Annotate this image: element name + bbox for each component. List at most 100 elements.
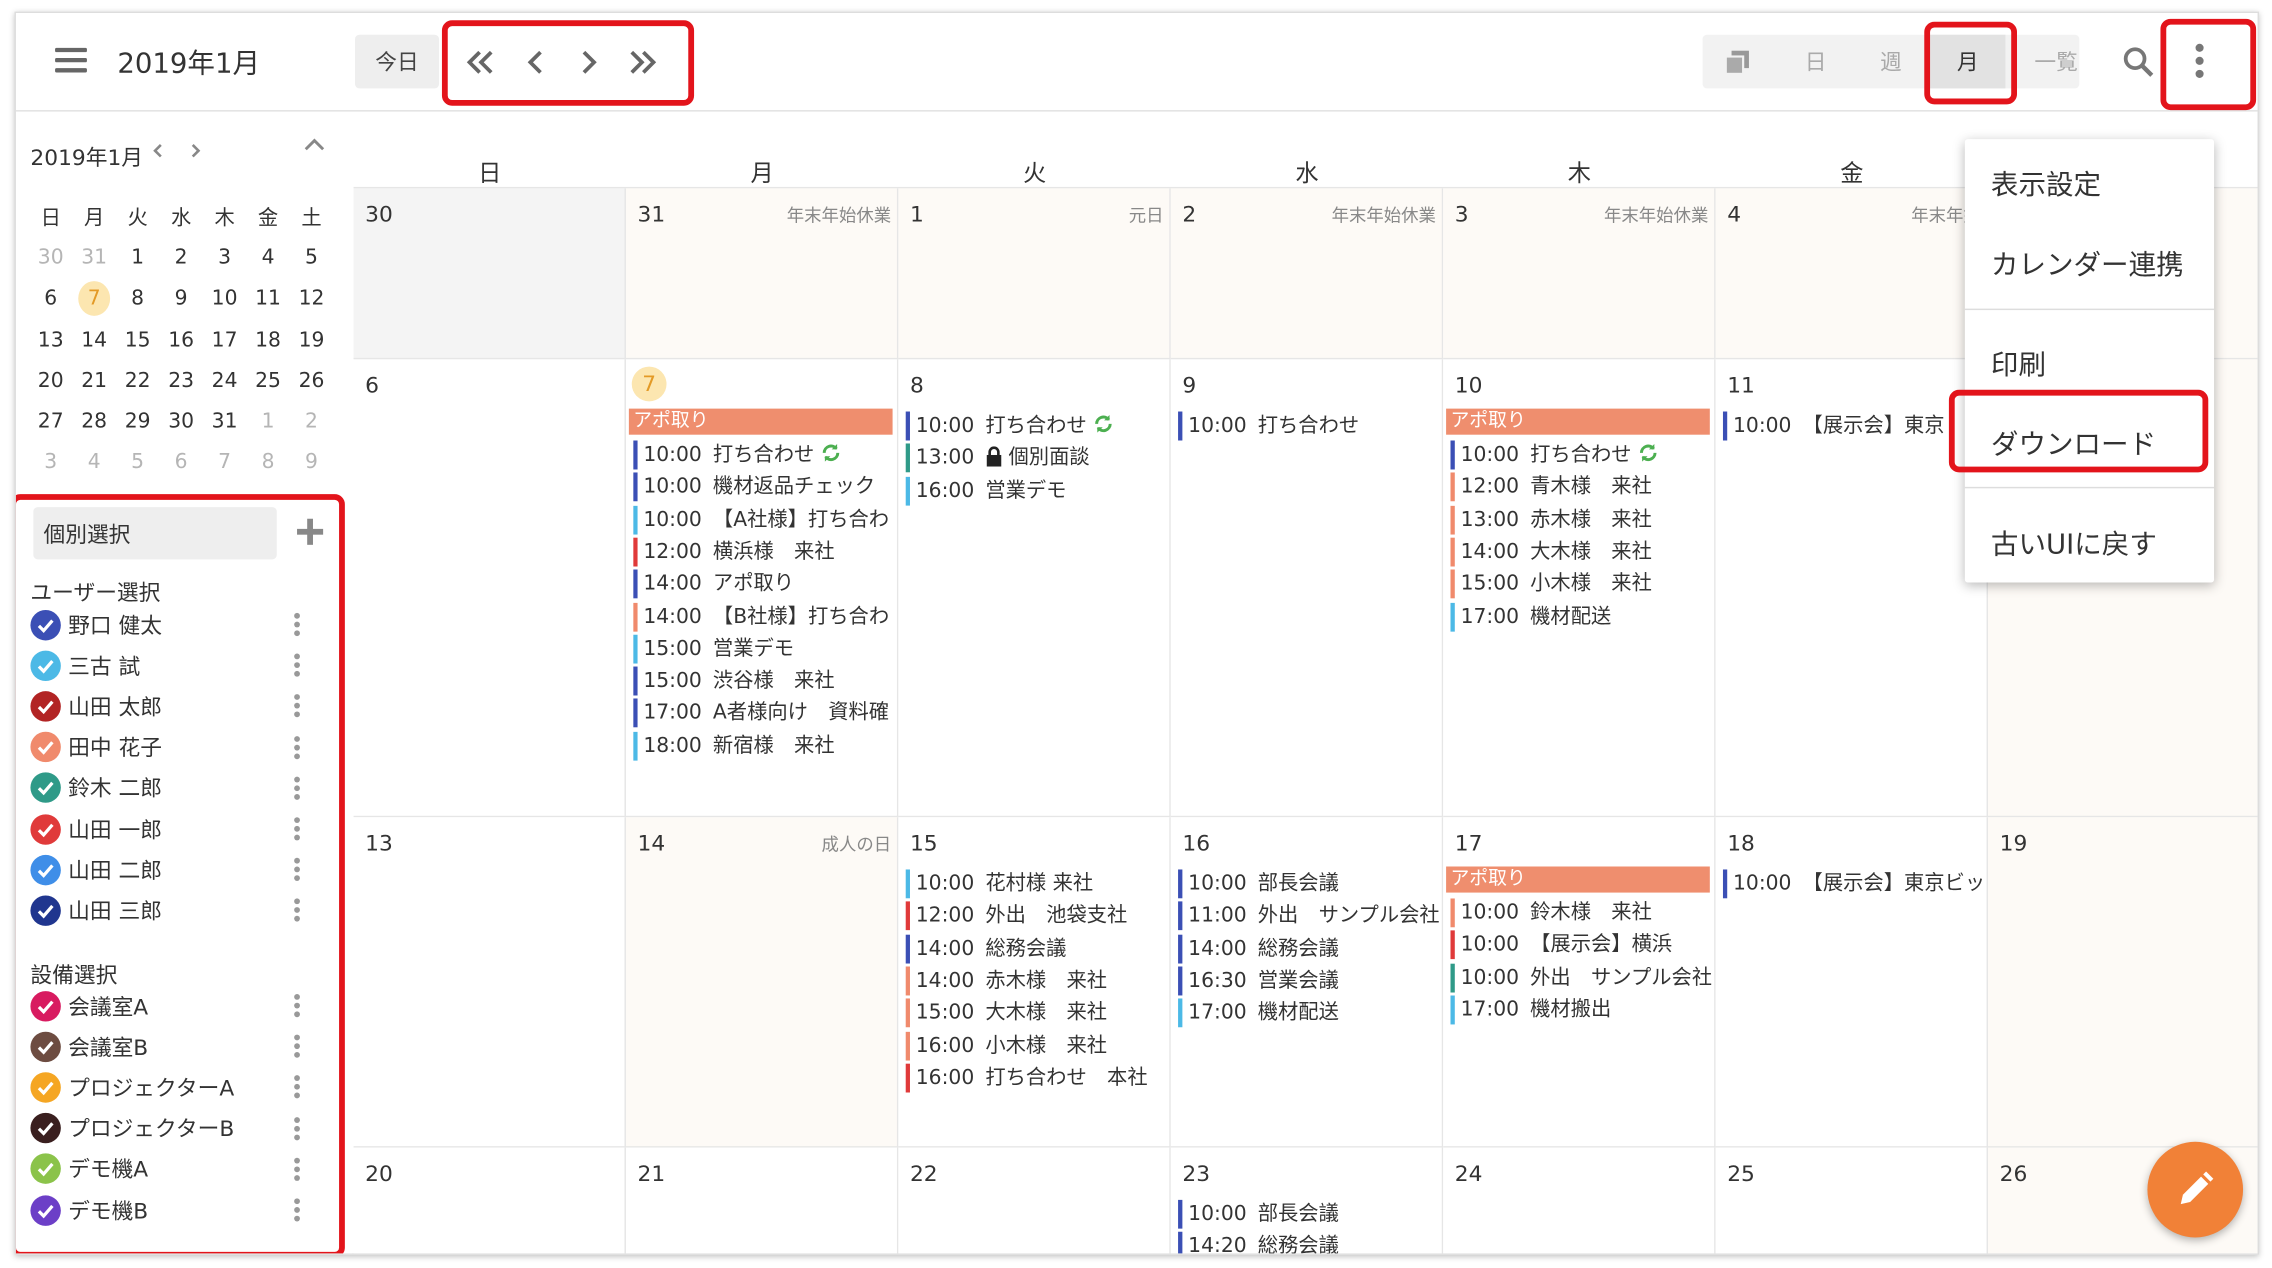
layers-icon[interactable] xyxy=(1723,48,1752,77)
more-vertical-icon[interactable] xyxy=(294,612,300,637)
mini-day[interactable]: 1 xyxy=(246,410,289,433)
day-cell[interactable]: 1 元日 xyxy=(898,188,1171,360)
day-cell[interactable]: 7 アポ取り 10:00 打ち合わせ 10:00 機材返品チェック 10:00 【A社様】打ち… xyxy=(625,359,899,818)
event-item[interactable]: 14:00 赤木様 来社 xyxy=(905,966,1167,996)
event-item[interactable]: 10:00 打ち合わせ xyxy=(633,440,894,470)
day-cell[interactable]: 3 年末年始休業 xyxy=(1443,188,1716,360)
checkbox-icon[interactable] xyxy=(30,813,61,845)
event-item[interactable]: 13:00 個別面談 xyxy=(905,443,1167,473)
mini-day[interactable]: 3 xyxy=(203,247,246,270)
more-vertical-icon[interactable] xyxy=(294,994,300,1018)
day-cell[interactable]: 31 年末年始休業 xyxy=(625,188,899,360)
mini-day[interactable]: 27 xyxy=(29,410,72,433)
event-item[interactable]: 12:00 外出 池袋支社 xyxy=(905,901,1167,931)
menu-print[interactable]: 印刷 xyxy=(1991,343,2046,382)
day-cell[interactable]: 15 10:00 花村様 来社 12:00 外出 池袋支社 14:00 総務会議 14:00 赤… xyxy=(898,817,1171,1148)
day-cell[interactable]: 21 xyxy=(625,1147,899,1254)
event-item[interactable]: 14:00 総務会議 xyxy=(1178,934,1439,963)
mini-day[interactable]: 14 xyxy=(72,328,115,351)
allday-event[interactable]: アポ取り xyxy=(1446,408,1710,435)
event-item[interactable]: 12:00 横浜様 来社 xyxy=(633,537,894,567)
event-item[interactable]: 16:30 営業会議 xyxy=(1178,966,1439,996)
more-vertical-icon[interactable] xyxy=(294,1075,300,1099)
event-item[interactable]: 15:00 大木様 来社 xyxy=(905,998,1167,1028)
event-item[interactable]: 10:00 花村様 来社 xyxy=(905,869,1167,899)
event-item[interactable]: 10:00 打ち合わせ xyxy=(1450,440,1711,470)
checkbox-icon[interactable] xyxy=(30,609,61,640)
allday-event[interactable]: アポ取り xyxy=(628,408,893,435)
chevron-left-icon[interactable] xyxy=(514,45,557,80)
more-vertical-icon[interactable] xyxy=(294,694,300,718)
view-day-button[interactable]: 日 xyxy=(1778,35,1853,89)
view-week-button[interactable]: 週 xyxy=(1853,35,1928,89)
day-cell[interactable]: 13 xyxy=(353,817,626,1148)
day-cell[interactable]: 11 10:00 【展示会】東京 xyxy=(1715,359,1989,818)
user-item[interactable]: 山田 二郎 xyxy=(30,851,320,889)
today-button[interactable]: 今日 xyxy=(355,34,440,89)
mini-day[interactable]: 25 xyxy=(246,369,289,392)
more-vertical-icon[interactable] xyxy=(294,653,300,677)
mini-day[interactable]: 21 xyxy=(72,369,115,392)
event-item[interactable]: 15:00 営業デモ xyxy=(633,634,894,664)
equipment-item[interactable]: デモ機B xyxy=(30,1191,320,1229)
add-icon[interactable] xyxy=(297,518,324,545)
checkbox-icon[interactable] xyxy=(30,1194,61,1226)
day-cell[interactable]: 23 10:00 部長会議 14:20 総務会議 xyxy=(1170,1147,1444,1254)
checkbox-icon[interactable] xyxy=(30,854,61,885)
event-item[interactable]: 13:00 赤木様 来社 xyxy=(1450,505,1711,535)
equipment-item[interactable]: 会議室B xyxy=(30,1028,320,1066)
event-item[interactable]: 17:00 機材配送 xyxy=(1450,602,1711,632)
checkbox-icon[interactable] xyxy=(30,1153,61,1185)
mini-day[interactable]: 28 xyxy=(72,410,115,433)
checkbox-icon[interactable] xyxy=(30,650,61,681)
mini-day[interactable]: 26 xyxy=(290,369,333,392)
selection-dropdown[interactable]: 個別選択 xyxy=(33,507,277,560)
hamburger-icon[interactable] xyxy=(55,47,87,74)
edit-fab-button[interactable] xyxy=(2147,1141,2244,1238)
event-item[interactable]: 16:00 小木様 来社 xyxy=(905,1030,1167,1060)
day-cell[interactable]: 17 アポ取り 10:00 鈴木様 来社 10:00 【展示会】横浜 10:00 外出 サンプ… xyxy=(1443,817,1716,1148)
event-item[interactable]: 14:00 【B社様】打ち合わ xyxy=(633,602,894,632)
double-chevron-left-icon[interactable] xyxy=(458,45,501,80)
collapse-icon[interactable] xyxy=(303,136,326,159)
day-cell[interactable]: 25 xyxy=(1715,1147,1989,1254)
menu-calendar-link[interactable]: カレンダー連携 xyxy=(1991,243,2184,282)
view-month-button[interactable]: 月 xyxy=(1930,34,2006,89)
mini-day[interactable]: 17 xyxy=(203,328,246,351)
day-cell[interactable]: 4 年末年始 xyxy=(1715,188,1989,360)
mini-day[interactable]: 2 xyxy=(159,247,202,270)
equipment-item[interactable]: プロジェクターB xyxy=(30,1109,320,1147)
day-cell[interactable]: 16 10:00 部長会議 11:00 外出 サンプル会社 14:00 総務会議 16:30 営… xyxy=(1170,817,1444,1148)
mini-day[interactable]: 13 xyxy=(29,328,72,351)
mini-day[interactable]: 31 xyxy=(203,410,246,433)
event-item[interactable]: 10:00 部長会議 xyxy=(1178,1199,1439,1229)
event-item[interactable]: 11:00 外出 サンプル会社 xyxy=(1178,901,1439,931)
mini-day[interactable]: 7 xyxy=(203,451,246,474)
mini-day[interactable]: 10 xyxy=(203,288,246,311)
event-item[interactable]: 14:00 アポ取り xyxy=(633,569,894,599)
event-item[interactable]: 15:00 小木様 来社 xyxy=(1450,569,1711,599)
more-vertical-icon[interactable] xyxy=(294,898,300,923)
user-item[interactable]: 山田 一郎 xyxy=(30,810,320,848)
day-cell[interactable]: 14 成人の日 xyxy=(625,817,899,1148)
checkbox-icon[interactable] xyxy=(30,990,61,1021)
event-item[interactable]: 10:00 鈴木様 来社 xyxy=(1450,898,1711,928)
more-vertical-icon[interactable] xyxy=(294,735,300,759)
user-item[interactable]: 野口 健太 xyxy=(30,606,320,644)
user-item[interactable]: 田中 花子 xyxy=(30,728,320,766)
more-vertical-icon[interactable] xyxy=(294,1034,300,1059)
event-item[interactable]: 17:00 機材配送 xyxy=(1178,998,1439,1028)
checkbox-icon[interactable] xyxy=(30,731,61,763)
event-item[interactable]: 18:00 新宿様 来社 xyxy=(633,731,894,761)
event-item[interactable]: 10:00 打ち合わせ xyxy=(905,411,1167,441)
allday-event[interactable]: アポ取り xyxy=(1446,866,1710,893)
more-vertical-icon[interactable] xyxy=(294,817,300,841)
event-item[interactable]: 12:00 青木様 来社 xyxy=(1450,472,1711,502)
user-item[interactable]: 鈴木 二郎 xyxy=(30,769,320,807)
mini-day[interactable]: 3 xyxy=(29,451,72,474)
mini-day[interactable]: 8 xyxy=(116,288,159,311)
mini-day[interactable]: 1 xyxy=(116,247,159,270)
event-item[interactable]: 16:00 打ち合わせ 本社 xyxy=(905,1063,1167,1093)
event-item[interactable]: 14:00 大木様 来社 xyxy=(1450,537,1711,567)
mini-day[interactable]: 4 xyxy=(72,451,115,474)
